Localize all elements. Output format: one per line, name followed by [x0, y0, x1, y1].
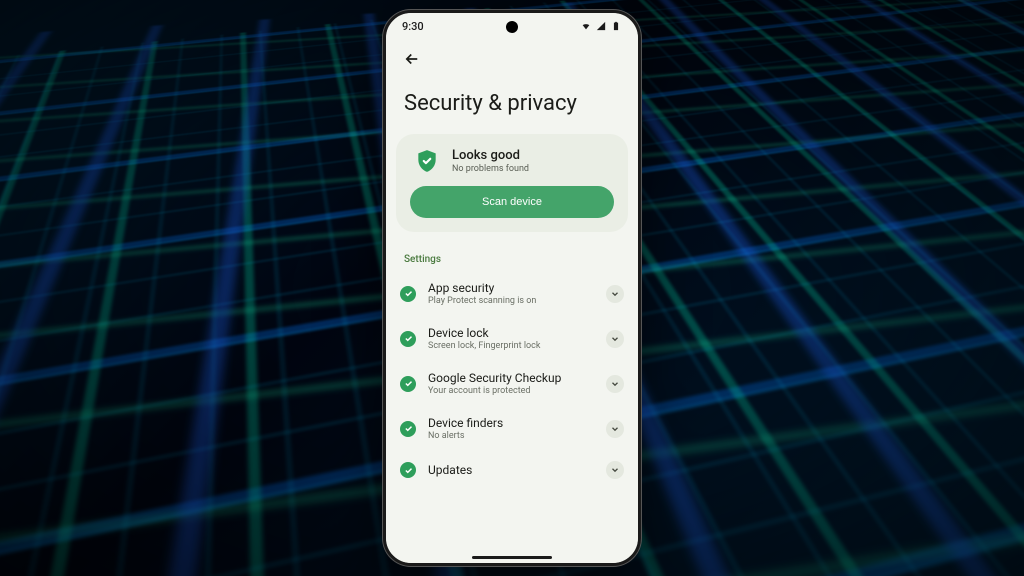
battery-icon: [610, 21, 622, 31]
expand-button[interactable]: [606, 461, 624, 479]
phone-frame: 9:30 Security & privacy Looks good: [383, 10, 641, 566]
list-item-title: Google Security Checkup: [428, 371, 594, 385]
page-title: Security & privacy: [386, 77, 638, 134]
check-circle-icon: [400, 331, 416, 347]
chevron-down-icon: [610, 465, 620, 475]
settings-item-device-finders[interactable]: Device finders No alerts: [386, 406, 638, 451]
list-item-subtitle: Your account is protected: [428, 386, 594, 396]
status-text: Looks good No problems found: [452, 148, 529, 174]
list-item-subtitle: Screen lock, Fingerprint lock: [428, 341, 594, 351]
settings-item-updates[interactable]: Updates: [386, 451, 638, 489]
back-button[interactable]: [398, 45, 426, 73]
expand-button[interactable]: [606, 420, 624, 438]
shield-check-icon: [414, 148, 440, 174]
expand-button[interactable]: [606, 375, 624, 393]
security-status-card: Looks good No problems found Scan device: [396, 134, 628, 232]
list-item-body: Device finders No alerts: [428, 416, 594, 441]
status-row: Looks good No problems found: [410, 148, 614, 174]
chevron-down-icon: [610, 289, 620, 299]
settings-item-app-security[interactable]: App security Play Protect scanning is on: [386, 271, 638, 316]
arrow-left-icon: [403, 50, 421, 68]
status-subtitle: No problems found: [452, 164, 529, 174]
status-title: Looks good: [452, 148, 529, 163]
list-item-title: App security: [428, 281, 594, 295]
list-item-title: Device lock: [428, 326, 594, 340]
chevron-down-icon: [610, 424, 620, 434]
settings-section-label: Settings: [386, 242, 638, 271]
top-bar: [386, 39, 638, 77]
status-icons: [580, 21, 622, 31]
settings-list: App security Play Protect scanning is on…: [386, 271, 638, 563]
list-item-subtitle: No alerts: [428, 431, 594, 441]
list-item-body: App security Play Protect scanning is on: [428, 281, 594, 306]
list-item-subtitle: Play Protect scanning is on: [428, 296, 594, 306]
settings-item-device-lock[interactable]: Device lock Screen lock, Fingerprint loc…: [386, 316, 638, 361]
check-circle-icon: [400, 462, 416, 478]
list-item-title: Device finders: [428, 416, 594, 430]
list-item-body: Device lock Screen lock, Fingerprint loc…: [428, 326, 594, 351]
signal-icon: [595, 21, 607, 31]
check-circle-icon: [400, 376, 416, 392]
expand-button[interactable]: [606, 330, 624, 348]
chevron-down-icon: [610, 379, 620, 389]
chevron-down-icon: [610, 334, 620, 344]
list-item-body: Google Security Checkup Your account is …: [428, 371, 594, 396]
check-circle-icon: [400, 286, 416, 302]
list-item-title: Updates: [428, 463, 594, 477]
status-time: 9:30: [402, 20, 424, 33]
gesture-bar[interactable]: [472, 556, 552, 559]
phone-screen: 9:30 Security & privacy Looks good: [386, 13, 638, 563]
camera-hole: [506, 21, 518, 33]
wifi-icon: [580, 21, 592, 31]
scan-device-button[interactable]: Scan device: [410, 186, 614, 218]
settings-item-google-checkup[interactable]: Google Security Checkup Your account is …: [386, 361, 638, 406]
expand-button[interactable]: [606, 285, 624, 303]
list-item-body: Updates: [428, 463, 594, 478]
check-circle-icon: [400, 421, 416, 437]
